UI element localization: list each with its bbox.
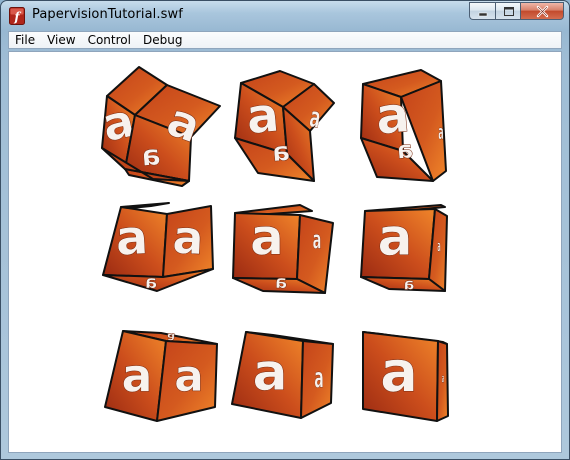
maximize-icon: [504, 7, 514, 16]
cube-face-letter: a: [271, 137, 291, 168]
close-icon: [536, 5, 549, 18]
cube-face-letter: a: [145, 272, 157, 293]
cube-7: aa a: [104, 330, 218, 422]
cube-face-letter: a: [437, 237, 440, 256]
maximize-button[interactable]: [495, 2, 521, 20]
close-button[interactable]: [521, 2, 564, 20]
flash-player-icon: f: [9, 7, 25, 25]
cube-face-letter: a: [442, 373, 444, 387]
cube-face-letter: a: [377, 208, 412, 268]
cube-8: aa: [231, 331, 334, 419]
cube-face-letter: a: [380, 340, 418, 405]
cube-face-letter: a: [275, 272, 287, 293]
menu-file[interactable]: File: [9, 32, 41, 48]
cube-face-letter: a: [313, 225, 322, 255]
window-title: PapervisionTutorial.swf: [32, 7, 183, 22]
cube-face-letter: a: [171, 210, 205, 266]
cube-face-letter: a: [404, 275, 415, 294]
cube-face-letter: a: [250, 209, 284, 267]
cube-face-letter: a: [314, 362, 323, 395]
cube-2: a aa: [234, 70, 335, 182]
cube-3: a aa: [360, 69, 447, 182]
cube-face-letter: a: [252, 343, 287, 403]
menu-view[interactable]: View: [41, 32, 81, 48]
cube-9: aa: [362, 331, 449, 422]
app-window: f PapervisionTutorial.swf File View Cont…: [0, 0, 570, 460]
cube-6: a aa: [360, 204, 448, 294]
menu-bar: File View Control Debug: [8, 31, 562, 49]
minimize-button[interactable]: [469, 2, 495, 20]
cube-4: a aa: [102, 202, 214, 293]
menu-control[interactable]: Control: [82, 32, 137, 48]
cube-5: a aa: [232, 204, 334, 294]
cube-1: a aa: [97, 66, 221, 187]
cube-face-letter: a: [244, 87, 281, 146]
cube-face-letter: a: [396, 135, 415, 164]
minimize-icon: [478, 12, 488, 17]
cube-face-letter: a: [114, 209, 149, 267]
flash-stage-area[interactable]: aaaaaaaaaaaaaaaaaaaaaaaaa: [8, 51, 562, 453]
menu-debug[interactable]: Debug: [137, 32, 188, 48]
papervision-stage[interactable]: a aaa aaa aaa aaa aaa aaaa a a a a a: [9, 52, 561, 452]
cube-face-letter: a: [174, 351, 204, 402]
title-bar[interactable]: f PapervisionTutorial.swf: [1, 1, 569, 31]
cube-face-letter: a: [438, 121, 443, 145]
caption-buttons: [469, 2, 564, 21]
cube-face-letter: a: [121, 349, 152, 403]
cube-face-letter: a: [140, 138, 162, 173]
